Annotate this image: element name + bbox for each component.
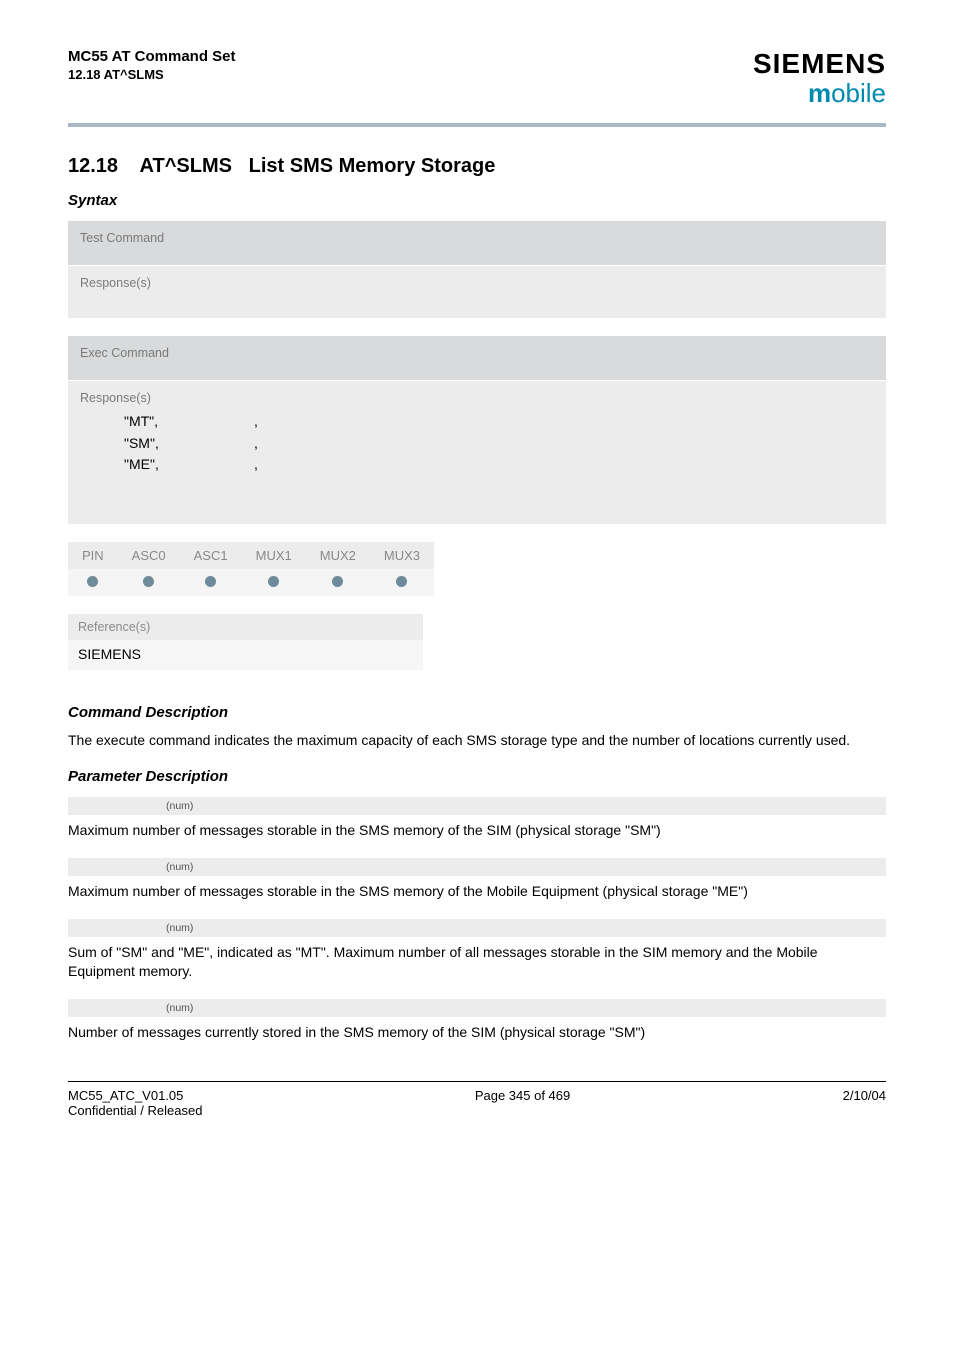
page-header: MC55 AT Command Set 12.18 AT^SLMS SIEMEN…: [68, 48, 886, 119]
param-tag: (num): [68, 797, 886, 815]
syntax-label: Syntax: [68, 192, 886, 209]
resp-sep: ,: [254, 433, 258, 455]
footer-left: MC55_ATC_V01.05 Confidential / Released: [68, 1088, 202, 1118]
param-text: Maximum number of messages storable in t…: [68, 821, 886, 840]
section-title-text: List SMS Memory Storage: [249, 155, 496, 177]
th-mux1: MUX1: [242, 542, 306, 569]
param-tag: (num): [68, 919, 886, 937]
test-command-block: Test Command Response(s): [68, 221, 886, 318]
response-label-2: Response(s): [80, 391, 151, 405]
table-header-row: PIN ASC0 ASC1 MUX1 MUX2 MUX3: [68, 542, 434, 569]
brand-sub-prefix: m: [808, 78, 831, 108]
footer-date: 2/10/04: [843, 1088, 886, 1118]
param-tag: (num): [68, 858, 886, 876]
brand-logo: SIEMENS: [753, 48, 886, 80]
header-left: MC55 AT Command Set 12.18 AT^SLMS: [68, 48, 236, 82]
header-rule: [68, 123, 886, 127]
test-command-header: Test Command: [68, 221, 886, 266]
resp-sep: ,: [254, 411, 258, 433]
dot-icon: [143, 576, 154, 587]
reference-value: SIEMENS: [68, 640, 423, 670]
brand-sub-logo: mobile: [753, 78, 886, 109]
command-description-heading: Command Description: [68, 704, 886, 721]
resp-mem: "MT",: [124, 411, 254, 433]
section-number: 12.18: [68, 155, 118, 177]
reference-label: Reference(s): [68, 614, 423, 640]
param-tag: (num): [68, 999, 886, 1017]
footer-version: MC55_ATC_V01.05: [68, 1088, 202, 1103]
th-asc0: ASC0: [118, 542, 180, 569]
cell-dot: [118, 569, 180, 596]
exec-response-body: Response(s) "MT", , "SM", , "ME", ,: [68, 381, 886, 524]
th-pin: PIN: [68, 542, 118, 569]
exec-command-block: Exec Command Response(s) "MT", , "SM", ,…: [68, 336, 886, 524]
param-text: Sum of "SM" and "ME", indicated as "MT".…: [68, 943, 886, 981]
doc-subtitle: 12.18 AT^SLMS: [68, 67, 236, 82]
resp-row: "MT", ,: [124, 411, 874, 433]
page-footer: MC55_ATC_V01.05 Confidential / Released …: [68, 1081, 886, 1118]
section-cmd: AT^SLMS: [140, 155, 232, 177]
resp-mem: "ME",: [124, 454, 254, 476]
reference-box: Reference(s) SIEMENS: [68, 614, 423, 670]
parameter-description-heading: Parameter Description: [68, 768, 886, 785]
resp-mem: "SM",: [124, 433, 254, 455]
th-asc1: ASC1: [180, 542, 242, 569]
dot-icon: [332, 576, 343, 587]
resp-sep: ,: [254, 454, 258, 476]
footer-page: Page 345 of 469: [202, 1088, 842, 1118]
param-text: Number of messages currently stored in t…: [68, 1023, 886, 1042]
response-lines: "MT", , "SM", , "ME", ,: [80, 411, 874, 476]
doc-title: MC55 AT Command Set: [68, 48, 236, 65]
param-text: Maximum number of messages storable in t…: [68, 882, 886, 901]
exec-command-header: Exec Command: [68, 336, 886, 381]
cell-dot: [242, 569, 306, 596]
pin-support-table: PIN ASC0 ASC1 MUX1 MUX2 MUX3: [68, 542, 434, 596]
response-label: Response(s): [80, 276, 151, 290]
brand-sub-rest: obile: [831, 78, 886, 108]
cell-dot: [370, 569, 434, 596]
dot-icon: [396, 576, 407, 587]
resp-row: "SM", ,: [124, 433, 874, 455]
table-row: [68, 569, 434, 596]
dot-icon: [87, 576, 98, 587]
cell-dot: [306, 569, 370, 596]
cell-dot: [180, 569, 242, 596]
dot-icon: [268, 576, 279, 587]
th-mux3: MUX3: [370, 542, 434, 569]
test-response-body: Response(s): [68, 266, 886, 318]
th-mux2: MUX2: [306, 542, 370, 569]
command-description-text: The execute command indicates the maximu…: [68, 731, 886, 750]
resp-row: "ME", ,: [124, 454, 874, 476]
header-right: SIEMENS mobile: [753, 48, 886, 109]
footer-confidential: Confidential / Released: [68, 1103, 202, 1118]
cell-dot: [68, 569, 118, 596]
section-heading: 12.18 AT^SLMS List SMS Memory Storage: [68, 155, 886, 178]
dot-icon: [205, 576, 216, 587]
